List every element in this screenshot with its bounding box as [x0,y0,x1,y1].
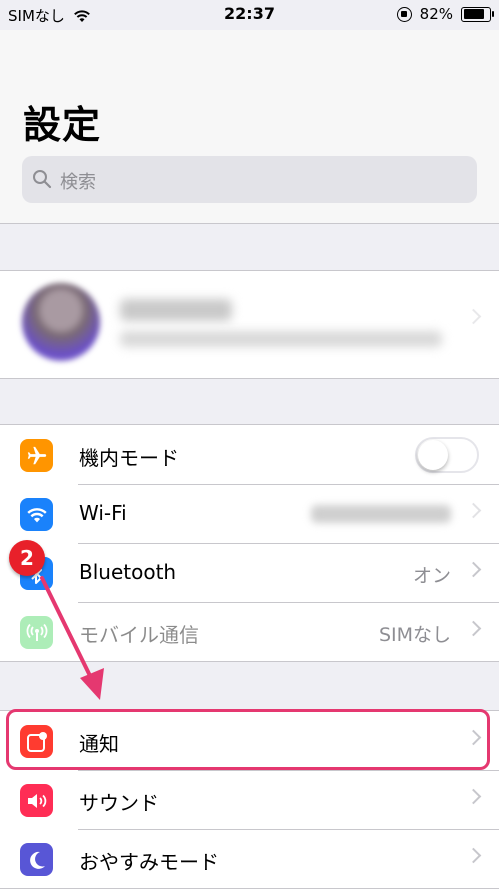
toggle-knob [418,440,448,470]
settings-row-label: モバイル通信 [79,623,199,647]
blurred-network-name [311,505,451,523]
step-number-badge: 2 [9,540,45,576]
battery-percent: 82% [419,5,453,23]
settings-row-do-not-disturb[interactable]: おやすみモード [0,829,499,888]
notifications-highlight-box [6,709,490,770]
search-placeholder: 検索 [60,172,96,193]
settings-row-airplane[interactable]: 機内モード [0,425,499,484]
settings-row-wifi[interactable]: Wi-Fi [0,484,499,543]
settings-row-value: オン [412,565,451,587]
settings-header: 設定 検索 [0,30,499,224]
avatar [22,283,100,361]
search-icon [33,170,52,189]
antenna-icon [20,616,53,649]
airplane-mode-toggle[interactable] [415,437,479,473]
chevron-right-icon [465,847,482,864]
settings-row-cellular[interactable]: モバイル通信 SIMなし [0,602,499,661]
connectivity-group: 機内モード Wi-Fi Bluetooth オン モバイル通信 SIMなし [0,424,499,662]
orientation-lock-icon [396,6,412,22]
apple-id-profile-row[interactable] [0,270,499,379]
chevron-right-icon [465,502,482,519]
chevron-right-icon [465,620,482,637]
settings-row-value: SIMなし [378,624,451,646]
chevron-right-icon [465,788,482,805]
settings-row-label: サウンド [79,791,159,815]
settings-row-label: Bluetooth [79,560,177,584]
battery-level-fill [463,9,484,19]
settings-row-label: おやすみモード [79,850,219,874]
airplane-icon [20,439,53,472]
settings-row-sounds[interactable]: サウンド [0,770,499,829]
blurred-account-name [120,299,232,321]
blurred-account-subtitle [120,331,442,347]
search-field[interactable]: 検索 [22,156,477,203]
settings-row-label: 機内モード [79,446,179,470]
chevron-right-icon [465,308,482,325]
moon-icon [20,843,53,876]
status-right: 82% [396,5,494,23]
battery-icon [461,6,494,22]
speaker-icon [20,784,53,817]
settings-row-label: Wi-Fi [79,501,127,525]
settings-row-bluetooth[interactable]: Bluetooth オン [0,543,499,602]
wifi-icon [20,498,53,531]
status-bar: SIMなし 22:37 82% [0,0,499,30]
chevron-right-icon [465,561,482,578]
page-title: 設定 [23,103,102,147]
